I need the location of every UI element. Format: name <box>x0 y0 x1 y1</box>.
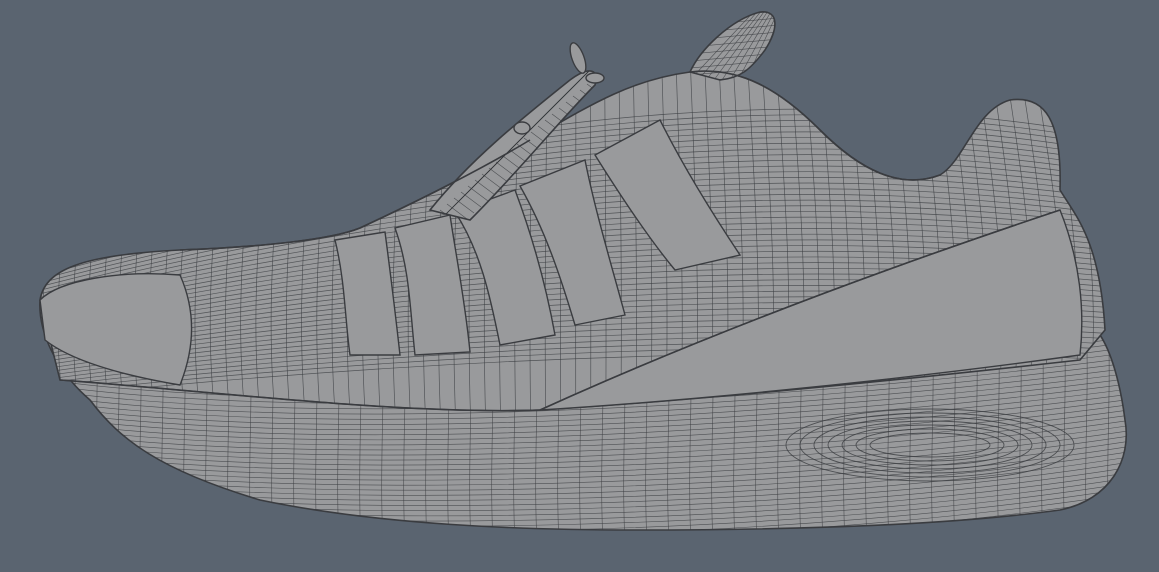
viewport-canvas[interactable] <box>0 0 1159 572</box>
shoe-mesh-render <box>39 11 1127 531</box>
